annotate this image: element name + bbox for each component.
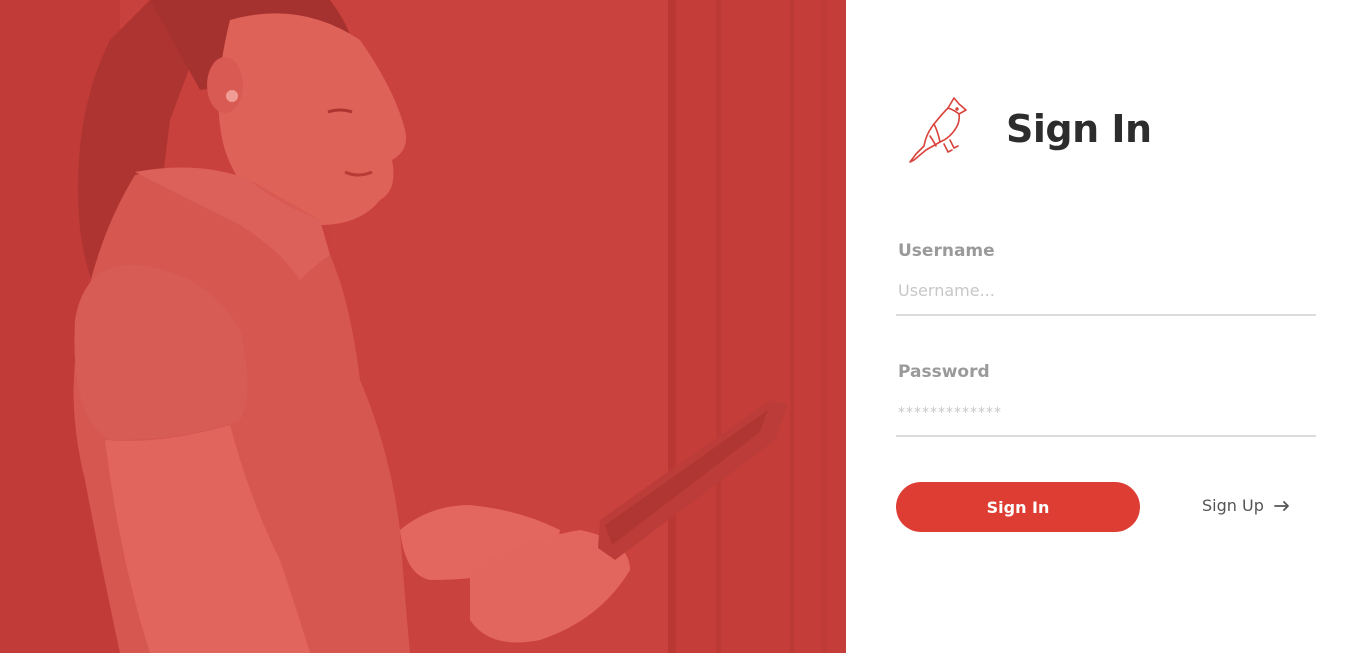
sign-up-link[interactable]: Sign Up <box>1202 495 1290 517</box>
arrow-right-icon <box>1273 501 1289 511</box>
username-label: Username <box>898 241 995 261</box>
page-title: Sign In <box>1006 107 1152 151</box>
password-field: Password <box>896 361 1316 437</box>
sign-in-panel: Sign In Username Password Sign In Sign U… <box>846 0 1350 653</box>
username-input[interactable] <box>896 276 1316 316</box>
sign-in-page: Sign In Username Password Sign In Sign U… <box>0 0 1350 653</box>
cardinal-bird-icon <box>909 97 967 163</box>
username-field: Username <box>896 240 1316 316</box>
hero-image <box>0 0 846 653</box>
brand-header: Sign In <box>904 92 1152 166</box>
password-label: Password <box>898 362 990 382</box>
sign-in-button[interactable]: Sign In <box>896 482 1140 532</box>
password-input[interactable] <box>896 397 1316 437</box>
sign-up-label: Sign Up <box>1202 496 1264 515</box>
woman-with-tablet-photo <box>0 0 846 653</box>
